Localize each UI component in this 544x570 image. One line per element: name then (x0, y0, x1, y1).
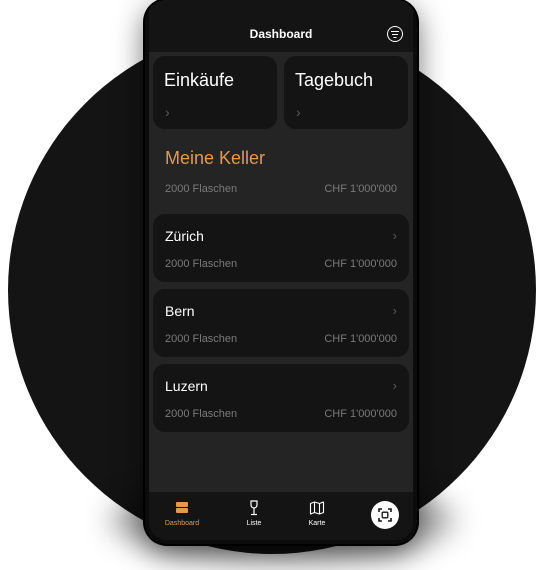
bottle-count: 2000 Flaschen (165, 333, 238, 345)
tab-label: Liste (246, 520, 262, 527)
tab-label: Dashboard (164, 520, 200, 527)
tab-bar: Dashboard Liste Karte (149, 492, 413, 540)
scan-icon (378, 508, 392, 522)
scan-button[interactable] (371, 501, 399, 529)
bottle-count: 2000 Flaschen (165, 408, 238, 420)
cellar-value: CHF 1'000'000 (324, 258, 397, 270)
tile-title: Tagebuch (295, 70, 374, 90)
chevron-right-icon: › (296, 104, 301, 120)
cellar-summary: 2000 Flaschen CHF 1'000'000 (165, 183, 397, 195)
chevron-right-icon: › (392, 303, 397, 318)
tile-tagebuch[interactable]: Tagebuch › (284, 56, 408, 129)
chevron-right-icon: › (392, 378, 397, 393)
dashboard-icon (176, 500, 188, 516)
cellar-name: Luzern (165, 378, 208, 394)
bottle-count: 2000 Flaschen (165, 258, 238, 270)
top-bar: Dashboard (149, 0, 413, 52)
map-icon (292, 500, 342, 516)
tab-label: Karte (308, 520, 326, 527)
tab-dashboard[interactable]: Dashboard (157, 500, 207, 527)
cellar-name: Zürich (165, 228, 204, 244)
cellar-card-bern[interactable]: Bern › 2000 Flaschen CHF 1'000'000 (153, 289, 409, 357)
cellar-stats: 2000 Flaschen CHF 1'000'000 (165, 333, 397, 345)
tab-karte[interactable]: Karte (292, 500, 342, 527)
cellar-stats: 2000 Flaschen CHF 1'000'000 (165, 258, 397, 270)
total-value: CHF 1'000'000 (324, 183, 397, 195)
chevron-right-icon: › (165, 104, 170, 120)
tab-liste[interactable]: Liste (229, 500, 279, 527)
tile-einkaeufe[interactable]: Einkäufe › (153, 56, 277, 129)
cellar-card-zurich[interactable]: Zürich › 2000 Flaschen CHF 1'000'000 (153, 214, 409, 282)
wine-glass-icon (229, 500, 279, 516)
cellar-card-luzern[interactable]: Luzern › 2000 Flaschen CHF 1'000'000 (153, 364, 409, 432)
chevron-right-icon: › (392, 228, 397, 243)
tile-title: Einkäufe (164, 70, 235, 90)
cellar-name: Bern (165, 303, 195, 319)
total-bottles: 2000 Flaschen (165, 183, 238, 195)
filter-icon[interactable] (387, 26, 403, 42)
phone-frame: Dashboard Einkäufe › Tagebuch › Meine Ke… (145, 0, 417, 544)
cellar-value: CHF 1'000'000 (324, 408, 397, 420)
app-screen: Dashboard Einkäufe › Tagebuch › Meine Ke… (149, 0, 413, 540)
page-title: Dashboard (249, 27, 313, 41)
section-title: Meine Keller (165, 148, 266, 168)
cellar-value: CHF 1'000'000 (324, 333, 397, 345)
cellar-stats: 2000 Flaschen CHF 1'000'000 (165, 408, 397, 420)
